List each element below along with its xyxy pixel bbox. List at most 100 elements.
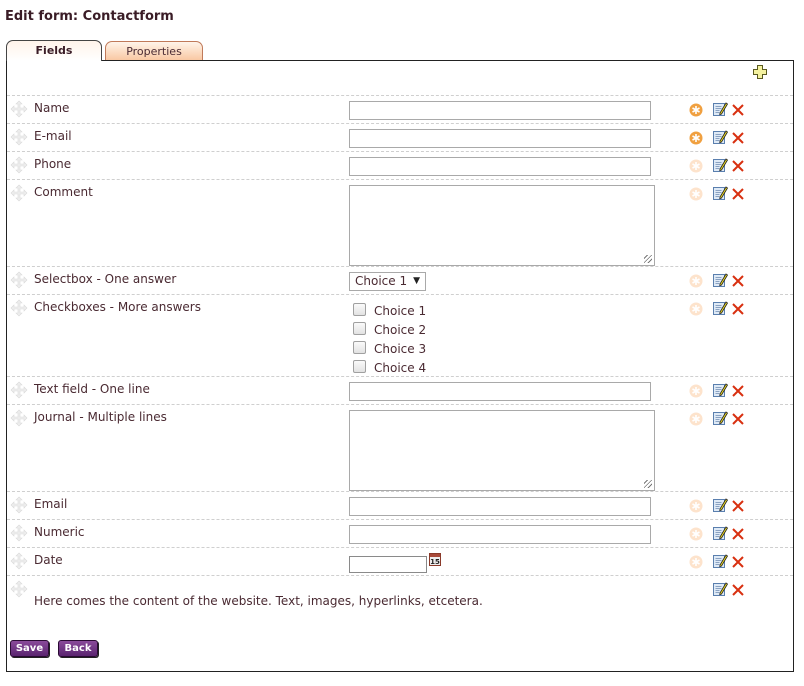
drag-handle-icon[interactable] [10, 184, 28, 202]
edit-icon[interactable] [712, 101, 728, 117]
delete-icon[interactable] [732, 160, 744, 172]
field-label: Email [34, 497, 68, 511]
text-field-input[interactable] [349, 382, 651, 401]
date-input[interactable] [349, 556, 427, 573]
delete-icon[interactable] [732, 303, 744, 315]
drag-handle-icon[interactable] [10, 299, 28, 317]
resize-grip[interactable] [644, 255, 652, 263]
edit-icon[interactable] [712, 525, 728, 541]
checkbox-option[interactable]: Choice 4 [353, 360, 426, 375]
field-row-journal: Journal - Multiple lines [7, 404, 793, 492]
edit-icon[interactable] [712, 553, 728, 569]
field-label: Date [34, 553, 63, 567]
required-toggle-icon[interactable] [689, 302, 703, 316]
field-label: Selectbox - One answer [34, 272, 177, 286]
drag-handle-icon[interactable] [10, 128, 28, 146]
delete-icon[interactable] [732, 188, 744, 200]
edit-icon[interactable] [712, 410, 728, 426]
delete-icon[interactable] [732, 275, 744, 287]
dropdown-arrow-icon: ▼ [413, 276, 420, 286]
field-row-selectbox: Selectbox - One answer Choice 1 ▼ [7, 266, 793, 295]
field-row-comment: Comment [7, 179, 793, 267]
edit-icon[interactable] [712, 382, 728, 398]
back-button[interactable]: Back [58, 640, 98, 657]
field-label: Journal - Multiple lines [34, 410, 167, 424]
delete-icon[interactable] [732, 584, 744, 596]
required-toggle-icon[interactable] [689, 131, 703, 145]
svg-text:15: 15 [430, 558, 440, 566]
field-label: Checkboxes - More answers [34, 300, 201, 314]
field-label: Numeric [34, 525, 85, 539]
edit-icon[interactable] [712, 581, 728, 597]
save-button[interactable]: Save [10, 640, 49, 657]
field-row-checkboxes: Checkboxes - More answers Choice 1 Choic… [7, 294, 793, 377]
edit-icon[interactable] [712, 497, 728, 513]
field-row-phone: Phone [7, 151, 793, 180]
field-row-e-mail: E-mail [7, 123, 793, 152]
field-row-text-field: Text field - One line [7, 376, 793, 405]
drag-handle-icon[interactable] [10, 100, 28, 118]
field-label: Name [34, 101, 70, 115]
required-toggle-icon[interactable] [689, 159, 703, 173]
checkbox-option[interactable]: Choice 2 [353, 322, 426, 337]
drag-handle-icon[interactable] [10, 409, 28, 427]
required-toggle-icon[interactable] [689, 527, 703, 541]
name-input[interactable] [349, 101, 651, 120]
selected-value: Choice 1 [355, 274, 408, 288]
drag-handle-icon[interactable] [10, 524, 28, 542]
field-row-date: Date 15 [7, 547, 793, 576]
delete-icon[interactable] [732, 528, 744, 540]
drag-handle-icon[interactable] [10, 580, 28, 598]
comment-textarea[interactable] [349, 185, 655, 266]
content-text: Here comes the content of the website. T… [34, 594, 483, 608]
resize-grip[interactable] [644, 480, 652, 488]
delete-icon[interactable] [732, 132, 744, 144]
required-toggle-icon[interactable] [689, 187, 703, 201]
delete-icon[interactable] [732, 500, 744, 512]
tab-properties[interactable]: Properties [105, 41, 203, 60]
e-mail-input[interactable] [349, 129, 651, 148]
checkbox[interactable] [353, 303, 366, 316]
required-toggle-icon[interactable] [689, 555, 703, 569]
edit-icon[interactable] [712, 157, 728, 173]
checkbox[interactable] [353, 341, 366, 354]
tab-fields[interactable]: Fields [6, 40, 102, 61]
edit-icon[interactable] [712, 185, 728, 201]
drag-handle-icon[interactable] [10, 552, 28, 570]
journal-textarea[interactable] [349, 410, 655, 491]
required-toggle-icon[interactable] [689, 103, 703, 117]
field-row-content: Here comes the content of the website. T… [7, 575, 793, 616]
checkbox[interactable] [353, 360, 366, 373]
phone-input[interactable] [349, 157, 651, 176]
field-row-numeric: Numeric [7, 519, 793, 548]
delete-icon[interactable] [732, 385, 744, 397]
checkbox-option[interactable]: Choice 1 [353, 303, 426, 318]
email-input[interactable] [349, 497, 651, 516]
drag-handle-icon[interactable] [10, 271, 28, 289]
calendar-icon[interactable]: 15 [429, 553, 441, 566]
required-toggle-icon[interactable] [689, 274, 703, 288]
required-toggle-icon[interactable] [689, 412, 703, 426]
checkbox[interactable] [353, 322, 366, 335]
required-toggle-icon[interactable] [689, 384, 703, 398]
field-label: E-mail [34, 129, 72, 143]
delete-icon[interactable] [732, 413, 744, 425]
selectbox-dropdown[interactable]: Choice 1 ▼ [349, 272, 426, 291]
field-label: Phone [34, 157, 72, 171]
edit-icon[interactable] [712, 272, 728, 288]
delete-icon[interactable] [732, 556, 744, 568]
field-row-email: Email [7, 491, 793, 520]
page-title: Edit form: Contactform [5, 9, 174, 24]
drag-handle-icon[interactable] [10, 381, 28, 399]
checkbox-option[interactable]: Choice 3 [353, 341, 426, 356]
edit-icon[interactable] [712, 300, 728, 316]
required-toggle-icon[interactable] [689, 499, 703, 513]
add-field-icon[interactable] [752, 64, 768, 80]
field-label: Comment [34, 185, 93, 199]
numeric-input[interactable] [349, 525, 651, 544]
drag-handle-icon[interactable] [10, 156, 28, 174]
edit-icon[interactable] [712, 129, 728, 145]
drag-handle-icon[interactable] [10, 496, 28, 514]
field-row-name: Name [7, 95, 793, 124]
delete-icon[interactable] [732, 104, 744, 116]
